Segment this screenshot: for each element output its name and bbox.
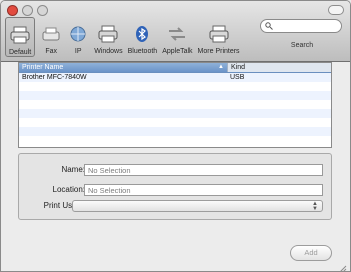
column-header-kind[interactable]: Kind <box>227 63 331 72</box>
fax-icon <box>40 23 62 45</box>
toolbar-bluetooth-label: Bluetooth <box>127 48 158 55</box>
appletalk-icon <box>166 23 188 45</box>
printer-info-panel: Name: No Selection Location: No Selectio… <box>18 153 332 220</box>
table-row-empty <box>19 82 331 91</box>
toolbar-ip-label: IP <box>74 48 82 55</box>
name-label: Name: <box>61 165 85 174</box>
add-button[interactable]: Add <box>290 245 332 261</box>
toolbar-fax-button[interactable]: Fax <box>40 17 62 55</box>
toolbar-windows-button[interactable]: Windows <box>94 17 123 55</box>
toolbar-appletalk-button[interactable]: AppleTalk <box>162 17 193 55</box>
toolbar-toggle-button[interactable] <box>328 5 344 15</box>
printer-list-header: Printer Name ▲ Kind <box>19 63 331 73</box>
table-row-empty <box>19 109 331 118</box>
printer-list-rows: Brother MFC-7840W USB <box>19 73 331 145</box>
toolbar-more-printers-button[interactable]: More Printers <box>198 17 240 55</box>
more-printers-icon <box>208 23 230 45</box>
minimize-button[interactable] <box>22 5 33 16</box>
toolbar-bluetooth-button[interactable]: Bluetooth <box>127 17 158 55</box>
bluetooth-icon <box>131 23 153 45</box>
toolbar-more-printers-label: More Printers <box>197 48 240 55</box>
printer-list[interactable]: Printer Name ▲ Kind Brother MFC-7840W US… <box>18 62 332 148</box>
globe-icon <box>67 23 89 45</box>
printer-kind-cell: USB <box>230 74 245 81</box>
name-field[interactable]: No Selection <box>84 164 323 176</box>
toolbar-fax-label: Fax <box>45 48 58 55</box>
windows-printer-icon <box>97 23 119 45</box>
printer-name-cell: Brother MFC-7840W <box>22 74 87 81</box>
toolbar-windows-label: Windows <box>94 48 123 55</box>
zoom-button[interactable] <box>37 5 48 16</box>
window-controls <box>7 5 48 16</box>
toolbar-appletalk-label: AppleTalk <box>162 48 193 55</box>
sort-arrow-icon: ▲ <box>218 64 224 70</box>
table-row-empty <box>19 100 331 109</box>
column-header-kind-label: Kind <box>231 64 246 71</box>
print-using-select[interactable]: ▲ ▼ <box>72 200 323 212</box>
search-icon <box>265 17 273 35</box>
toolbar-default-button[interactable]: Default <box>5 17 36 57</box>
toolbar: Default Fax IP Windows Bluetooth AppleTa… <box>5 17 245 57</box>
search-area: Search <box>260 19 344 49</box>
column-header-printer-name[interactable]: Printer Name ▲ <box>19 64 227 71</box>
table-row-empty <box>19 136 331 145</box>
location-field[interactable]: No Selection <box>84 184 323 196</box>
table-row[interactable]: Brother MFC-7840W USB <box>19 73 331 82</box>
column-header-printer-name-label: Printer Name <box>22 64 64 71</box>
search-input[interactable] <box>260 19 342 33</box>
table-row-empty <box>19 91 331 100</box>
location-label: Location: <box>52 185 85 194</box>
default-printer-icon <box>9 24 31 46</box>
add-printer-window: Default Fax IP Windows Bluetooth AppleTa… <box>0 0 351 272</box>
search-label: Search <box>290 42 314 49</box>
titlebar: Default Fax IP Windows Bluetooth AppleTa… <box>1 1 350 62</box>
toolbar-default-label: Default <box>9 49 32 56</box>
resize-grip-icon[interactable] <box>339 260 347 271</box>
close-button[interactable] <box>7 5 18 16</box>
table-row-empty <box>19 127 331 136</box>
toolbar-ip-button[interactable]: IP <box>67 17 89 55</box>
table-row-empty <box>19 118 331 127</box>
chevron-updown-icon: ▲ ▼ <box>312 201 318 212</box>
